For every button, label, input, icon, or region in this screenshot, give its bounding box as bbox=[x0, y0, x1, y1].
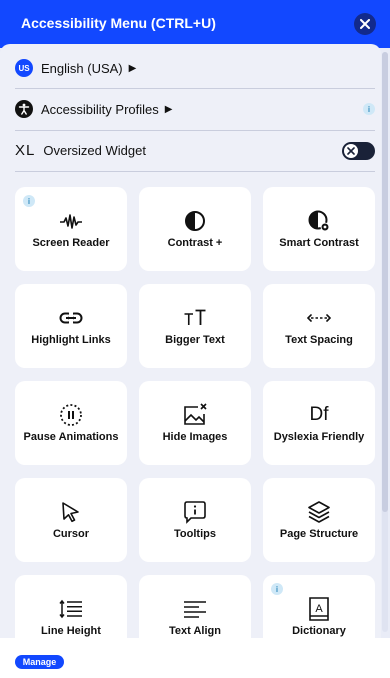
menu-header: Accessibility Menu (CTRL+U) bbox=[0, 0, 390, 48]
card-label: Cursor bbox=[52, 528, 90, 540]
close-icon bbox=[360, 19, 370, 29]
card-label: Bigger Text bbox=[165, 334, 225, 346]
scrollbar-thumb[interactable] bbox=[382, 52, 388, 512]
highlight-links-card[interactable]: Highlight Links bbox=[15, 284, 127, 368]
info-icon[interactable]: i bbox=[363, 103, 375, 115]
layers-icon bbox=[308, 501, 330, 523]
text-spacing-icon bbox=[307, 314, 331, 322]
hide-images-card[interactable]: Hide Images bbox=[139, 381, 251, 465]
waveform-icon bbox=[60, 214, 82, 229]
bigger-text-card[interactable]: Bigger Text bbox=[139, 284, 251, 368]
card-label: Line Height bbox=[41, 625, 101, 637]
card-label: Contrast + bbox=[167, 237, 223, 249]
text-align-card[interactable]: Text Align bbox=[139, 575, 251, 638]
text-size-icon bbox=[184, 309, 206, 325]
cursor-card[interactable]: Cursor bbox=[15, 478, 127, 562]
oversized-widget-row: XL Oversized Widget bbox=[15, 131, 375, 169]
tooltips-card[interactable]: Tooltips bbox=[139, 478, 251, 562]
line-height-icon bbox=[59, 599, 82, 619]
accessibility-person-icon bbox=[15, 100, 33, 118]
card-label: Screen Reader bbox=[32, 237, 110, 249]
caret-right-icon: ▶ bbox=[128, 62, 137, 74]
line-height-card[interactable]: Line Height bbox=[15, 575, 127, 638]
pause-icon bbox=[60, 404, 82, 426]
dyslexia-friendly-card[interactable]: Df Dyslexia Friendly bbox=[263, 381, 375, 465]
svg-text:A: A bbox=[315, 603, 323, 615]
menu-title: Accessibility Menu (CTRL+U) bbox=[21, 15, 216, 31]
tooltip-icon bbox=[184, 501, 206, 524]
card-label: Dictionary bbox=[292, 625, 346, 637]
oversized-widget-toggle[interactable] bbox=[342, 142, 375, 160]
language-selector[interactable]: US English (USA) ▶ bbox=[15, 49, 375, 87]
caret-right-icon: ▶ bbox=[164, 103, 173, 115]
manage-button[interactable]: Manage bbox=[15, 655, 64, 669]
card-label: Smart Contrast bbox=[279, 237, 359, 249]
card-label: Text Align bbox=[169, 625, 221, 637]
card-label: Text Spacing bbox=[285, 334, 353, 346]
page-structure-card[interactable]: Page Structure bbox=[263, 478, 375, 562]
card-label: Tooltips bbox=[174, 528, 216, 540]
info-icon[interactable]: i bbox=[23, 195, 35, 207]
dyslexia-icon: Df bbox=[309, 404, 329, 425]
card-label: Hide Images bbox=[162, 431, 228, 443]
scrollbar[interactable] bbox=[382, 52, 388, 632]
accessibility-profiles[interactable]: Accessibility Profiles ▶ bbox=[15, 90, 375, 128]
contrast-card[interactable]: Contrast + bbox=[139, 187, 251, 271]
card-label: Dyslexia Friendly bbox=[273, 431, 365, 443]
link-icon bbox=[59, 312, 83, 324]
footer: Manage bbox=[0, 638, 390, 678]
info-icon[interactable]: i bbox=[271, 583, 283, 595]
cursor-icon bbox=[62, 502, 79, 523]
card-label: Highlight Links bbox=[31, 334, 111, 346]
dictionary-icon: A bbox=[309, 597, 329, 621]
x-icon bbox=[347, 147, 355, 155]
toggle-knob bbox=[344, 144, 358, 158]
hide-image-icon bbox=[184, 403, 207, 425]
us-flag-icon: US bbox=[15, 59, 33, 77]
smart-contrast-icon bbox=[308, 210, 330, 232]
text-spacing-card[interactable]: Text Spacing bbox=[263, 284, 375, 368]
divider bbox=[15, 171, 375, 172]
dictionary-card[interactable]: i A Dictionary bbox=[263, 575, 375, 638]
pause-animations-card[interactable]: Pause Animations bbox=[15, 381, 127, 465]
screen-reader-card[interactable]: i Screen Reader bbox=[15, 187, 127, 271]
smart-contrast-card[interactable]: Smart Contrast bbox=[263, 187, 375, 271]
oversized-label: Oversized Widget bbox=[43, 142, 146, 158]
divider bbox=[15, 88, 375, 89]
text-align-icon bbox=[184, 601, 206, 618]
language-label: English (USA) bbox=[41, 60, 123, 76]
xl-icon: XL bbox=[15, 141, 36, 159]
close-button[interactable] bbox=[354, 13, 376, 35]
contrast-icon bbox=[185, 211, 205, 231]
card-label: Page Structure bbox=[279, 528, 359, 540]
card-label: Pause Animations bbox=[23, 431, 119, 443]
profiles-label: Accessibility Profiles bbox=[41, 101, 159, 117]
